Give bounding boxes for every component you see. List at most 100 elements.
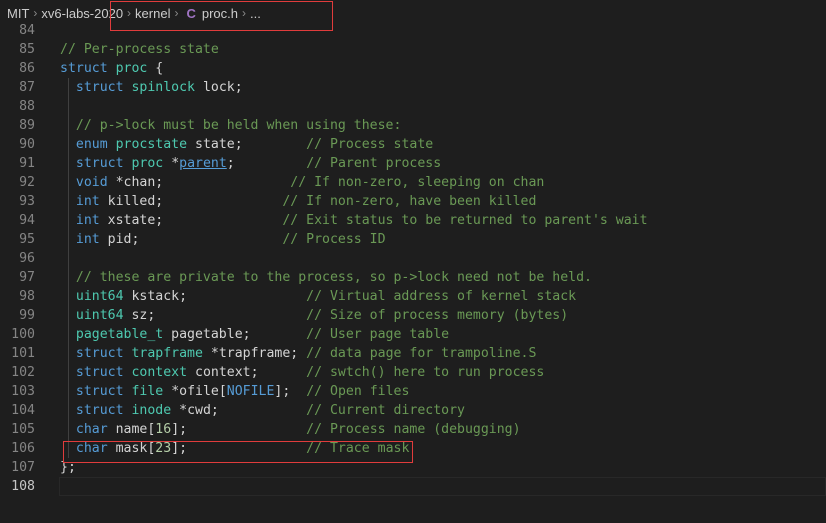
line-number: 85 xyxy=(19,42,35,57)
breadcrumb-item-symbol[interactable]: ... xyxy=(250,6,261,21)
code-line[interactable]: 104 struct inode *cwd; // Current direct… xyxy=(0,401,826,420)
code-token: // Process ID xyxy=(282,232,386,247)
code-line[interactable]: 92 void *chan; // If non-zero, sleeping … xyxy=(0,173,826,192)
code-token: // Current directory xyxy=(306,403,465,418)
code-text: char mask[23]; // Trace mask xyxy=(60,439,410,458)
code-token: enum xyxy=(75,137,108,152)
code-token: uint64 xyxy=(75,289,124,304)
code-text: struct trapframe *trapframe; // data pag… xyxy=(60,344,537,363)
code-line[interactable]: 91 struct proc *parent; // Parent proces… xyxy=(0,154,826,173)
code-token: int xyxy=(75,194,100,209)
code-text: // these are private to the process, so … xyxy=(60,268,592,287)
code-token: // Virtual address of kernel stack xyxy=(306,289,577,304)
code-token: lock; xyxy=(195,80,243,95)
line-number: 102 xyxy=(11,365,35,380)
code-token: context; xyxy=(187,365,307,380)
code-token: ]; xyxy=(274,384,307,399)
code-line[interactable]: 88 xyxy=(0,97,826,116)
code-token: 23 xyxy=(155,441,172,456)
code-line[interactable]: 99 uint64 sz; // Size of process memory … xyxy=(0,306,826,325)
line-number: 108 xyxy=(11,479,35,494)
line-number: 88 xyxy=(19,99,35,114)
code-line[interactable]: 85 // Per-process state xyxy=(0,40,826,59)
code-text: struct file *ofile[NOFILE]; // Open file… xyxy=(60,382,410,401)
line-number: 99 xyxy=(19,308,35,323)
code-editor[interactable]: 84 85// Per-process state 86 struct proc {8… xyxy=(0,21,826,523)
code-token: int xyxy=(75,232,100,247)
code-token: // Process name (debugging) xyxy=(306,422,521,437)
code-token: 16 xyxy=(155,422,172,437)
line-number: 105 xyxy=(11,422,35,437)
code-token: struct xyxy=(75,384,124,399)
code-token: // User page table xyxy=(306,327,450,342)
code-text: pagetable_t pagetable; // User page tabl… xyxy=(60,325,449,344)
code-line[interactable]: 97 // these are private to the process, … xyxy=(0,268,826,287)
code-token: // Trace mask xyxy=(306,441,410,456)
code-line[interactable]: 108 xyxy=(0,477,826,496)
code-text: // p->lock must be held when using these… xyxy=(60,116,402,135)
code-token: state; xyxy=(187,137,307,152)
line-number: 93 xyxy=(19,194,35,209)
code-line[interactable]: 103 struct file *ofile[NOFILE]; // Open … xyxy=(0,382,826,401)
line-number: 100 xyxy=(11,327,35,342)
code-token: // these are private to the process, so … xyxy=(75,270,592,285)
line-number: 84 xyxy=(19,23,35,38)
code-line[interactable]: 105 char name[16]; // Process name (debu… xyxy=(0,420,826,439)
code-token: // Process state xyxy=(306,137,434,152)
code-token: parent xyxy=(179,156,227,171)
code-text: enum procstate state; // Process state xyxy=(60,135,433,154)
current-line-highlight xyxy=(59,477,826,496)
breadcrumb-item-kernel[interactable]: kernel xyxy=(135,6,170,21)
code-line[interactable]: 84 xyxy=(0,21,826,40)
code-line[interactable]: 101 struct trapframe *trapframe; // data… xyxy=(0,344,826,363)
code-token: // If non-zero, have been killed xyxy=(282,194,537,209)
line-number: 107 xyxy=(11,460,35,475)
code-line[interactable]: 95 int pid; // Process ID xyxy=(0,230,826,249)
line-number: 101 xyxy=(11,346,35,361)
code-line[interactable]: 89 // p->lock must be held when using th… xyxy=(0,116,826,135)
code-token: struct xyxy=(75,346,124,361)
breadcrumb-item-mit[interactable]: MIT xyxy=(7,6,29,21)
code-line[interactable]: 106 char mask[23]; // Trace mask xyxy=(0,439,826,458)
code-text: void *chan; // If non-zero, sleeping on … xyxy=(60,173,544,192)
code-line[interactable]: 107}; xyxy=(0,458,826,477)
code-token: ; xyxy=(226,156,307,171)
code-token: { xyxy=(147,61,164,76)
breadcrumb-item-file[interactable]: proc.h xyxy=(202,6,238,21)
code-token: *cwd; xyxy=(171,403,307,418)
code-text: struct spinlock lock; xyxy=(60,78,243,97)
chevron-right-icon: › xyxy=(242,6,246,20)
code-token: // If non-zero, sleeping on chan xyxy=(290,175,545,190)
code-token: *trapframe; xyxy=(202,346,307,361)
breadcrumb-item-xv6-labs[interactable]: xv6-labs-2020 xyxy=(41,6,123,21)
code-text: int killed; // If non-zero, have been ki… xyxy=(60,192,537,211)
code-text: // Per-process state xyxy=(60,40,219,59)
line-number: 92 xyxy=(19,175,35,190)
code-line[interactable]: 102 struct context context; // swtch() h… xyxy=(0,363,826,382)
code-token: xstate; xyxy=(99,213,283,228)
code-line[interactable]: 98 uint64 kstack; // Virtual address of … xyxy=(0,287,826,306)
code-token: * xyxy=(163,156,180,171)
code-token: char xyxy=(75,441,108,456)
code-token: pid; xyxy=(99,232,283,247)
code-line[interactable]: 93 int killed; // If non-zero, have been… xyxy=(0,192,826,211)
code-line[interactable]: 90 enum procstate state; // Process stat… xyxy=(0,135,826,154)
code-token: inode xyxy=(131,403,172,418)
code-line[interactable]: 96 xyxy=(0,249,826,268)
code-line[interactable]: 87 struct spinlock lock; xyxy=(0,78,826,97)
code-line[interactable]: 86 struct proc { xyxy=(0,59,826,78)
code-token: ]; xyxy=(171,441,307,456)
code-text: int xstate; // Exit status to be returne… xyxy=(60,211,648,230)
code-text: struct proc *parent; // Parent process xyxy=(60,154,441,173)
code-token: // Open files xyxy=(306,384,410,399)
code-line[interactable]: 94 int xstate; // Exit status to be retu… xyxy=(0,211,826,230)
code-line[interactable]: 100 pagetable_t pagetable; // User page … xyxy=(0,325,826,344)
